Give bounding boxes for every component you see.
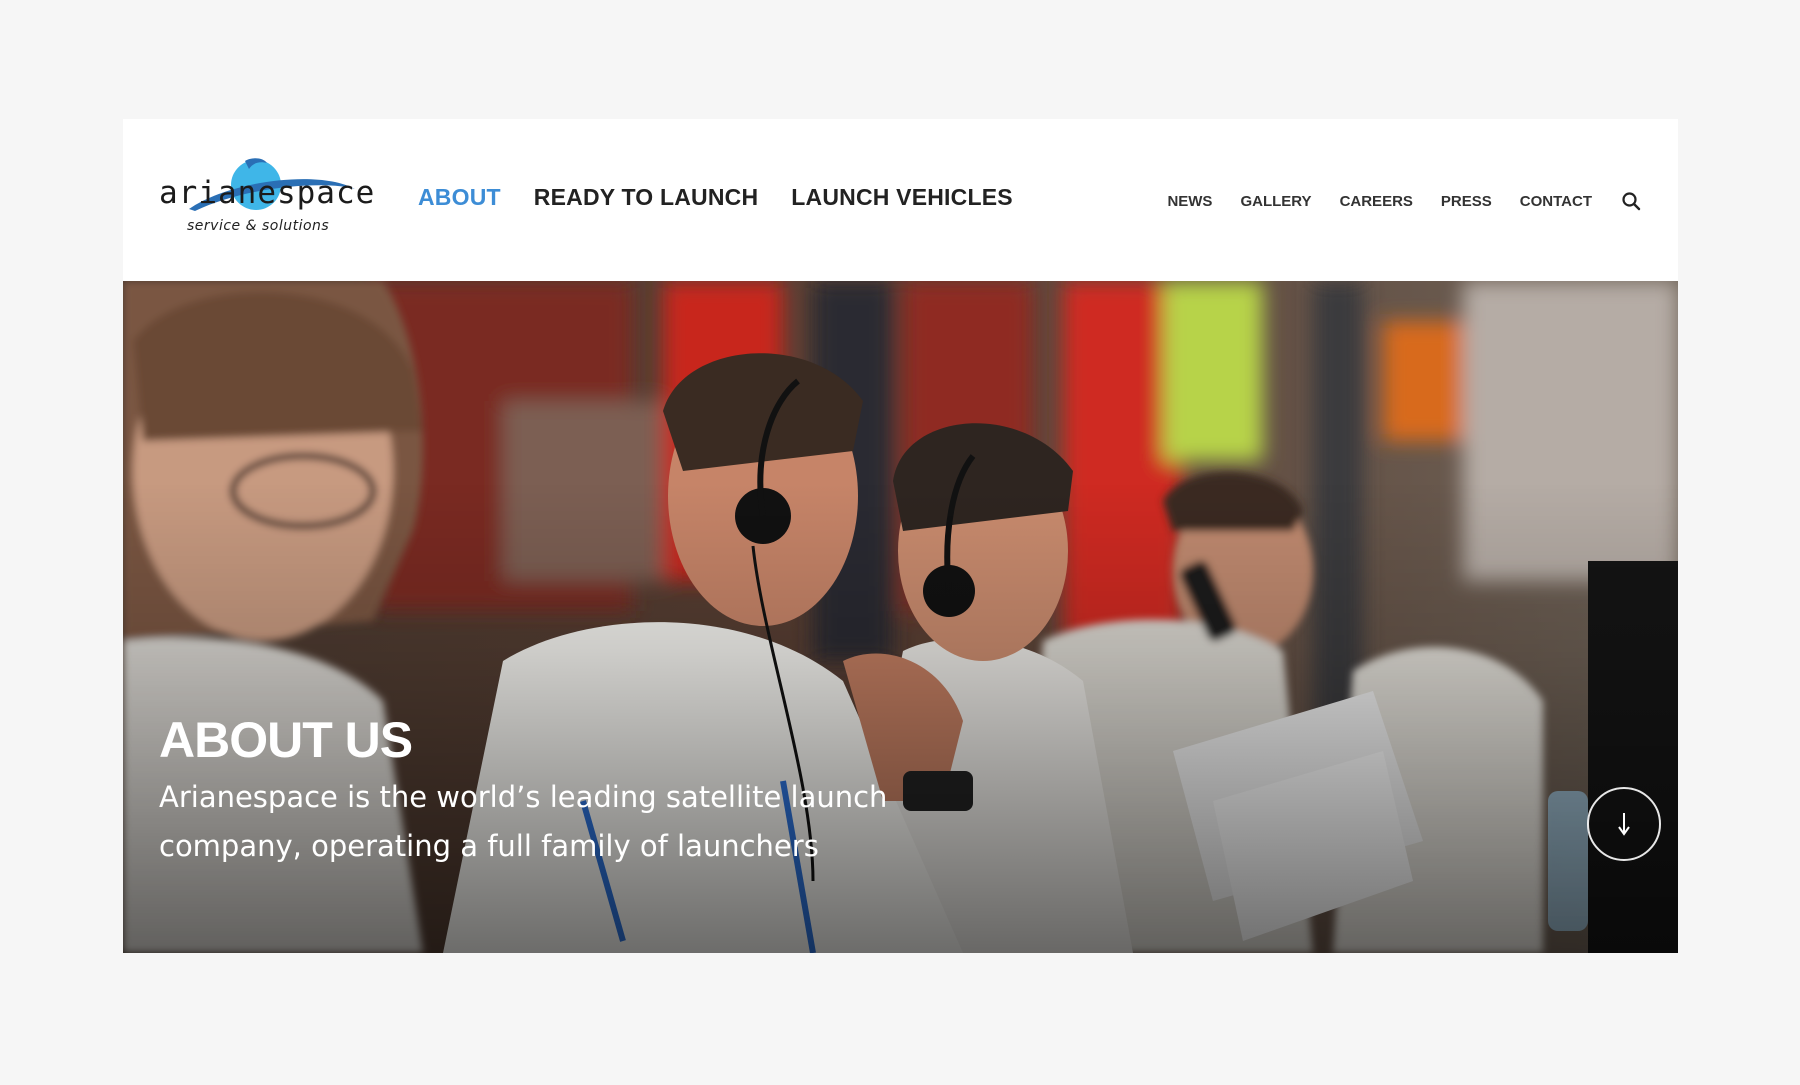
page-frame: arianespace service & solutions ABOUT RE…: [123, 119, 1678, 953]
site-header: arianespace service & solutions ABOUT RE…: [123, 119, 1678, 281]
nav-careers[interactable]: CAREERS: [1340, 193, 1413, 210]
utility-nav: NEWS GALLERY CAREERS PRESS CONTACT: [1167, 190, 1642, 212]
arrow-down-icon: [1618, 813, 1630, 836]
nav-gallery[interactable]: GALLERY: [1240, 193, 1311, 210]
logo-tagline: service & solutions: [187, 218, 330, 234]
hero-title: ABOUT US: [159, 712, 413, 768]
nav-contact[interactable]: CONTACT: [1520, 193, 1592, 210]
hero-banner: ABOUT US Arianespace is the world’s lead…: [123, 281, 1678, 953]
logo-wordmark: arianespace: [159, 175, 376, 211]
main-nav: ABOUT READY TO LAUNCH LAUNCH VEHICLES: [418, 184, 1013, 211]
nav-press[interactable]: PRESS: [1441, 193, 1492, 210]
nav-ready-to-launch[interactable]: READY TO LAUNCH: [534, 184, 759, 211]
hero-subtitle: Arianespace is the world’s leading satel…: [159, 780, 888, 863]
nav-about[interactable]: ABOUT: [418, 184, 501, 211]
nav-launch-vehicles[interactable]: LAUNCH VEHICLES: [791, 184, 1013, 211]
nav-news[interactable]: NEWS: [1167, 193, 1212, 210]
search-icon[interactable]: [1620, 190, 1642, 212]
arianespace-logo[interactable]: arianespace service & solutions: [159, 155, 374, 245]
scroll-down-button[interactable]: [1587, 787, 1661, 861]
